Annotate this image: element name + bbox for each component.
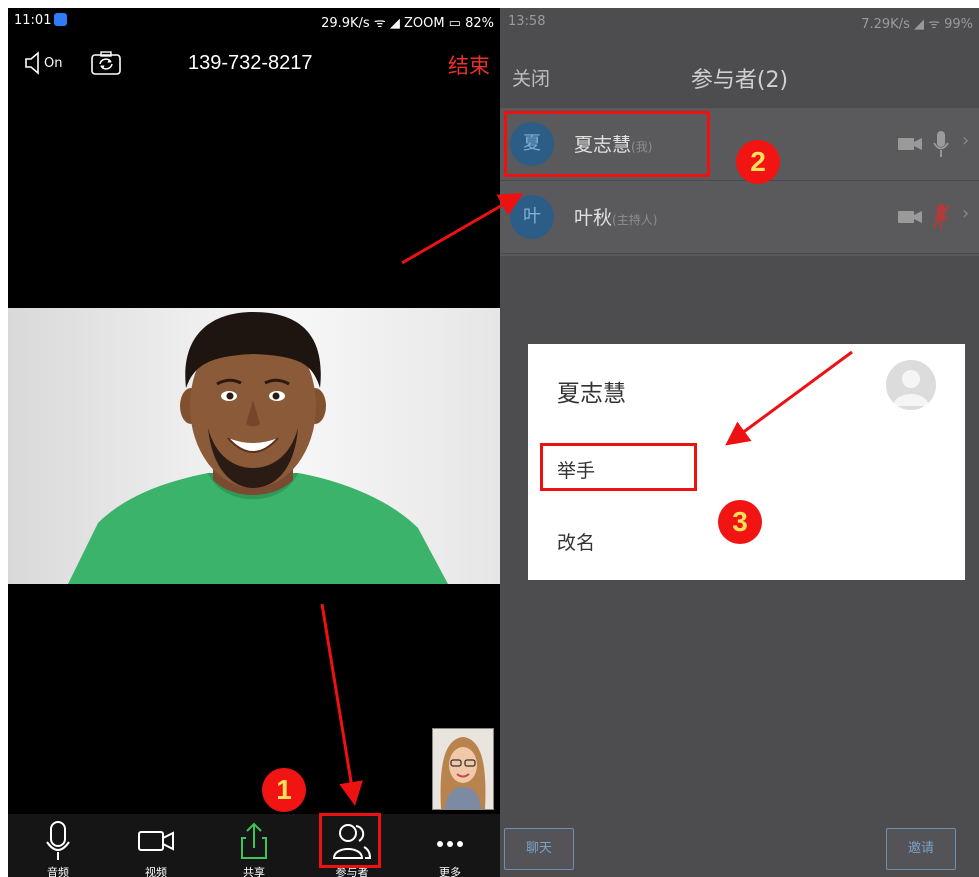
switch-camera-button[interactable] (90, 50, 122, 78)
invite-button[interactable]: 邀请 (886, 828, 956, 870)
chevron-right-icon: › (962, 130, 970, 151)
video-camera-icon (138, 831, 174, 851)
meeting-toolbar: 音频 视频 共享 参与者 更多 (8, 814, 500, 877)
meeting-topbar: On 139-732-8217 结束 (8, 44, 500, 84)
video-camera-icon (898, 138, 922, 150)
speaker-toggle-button[interactable]: On (24, 50, 72, 78)
status-bar: 11:01 29.9K/s ᯤ ◢ ZOOM ▭ 82% (8, 8, 500, 34)
user-avatar-icon (893, 370, 929, 406)
more-button[interactable]: 更多 (410, 814, 490, 877)
step-2-marker: 2 (736, 140, 780, 184)
status-indicators: 29.9K/s ᯤ ◢ ZOOM ▭ 82% (321, 16, 494, 31)
video-camera-icon (898, 211, 922, 223)
main-video-feed (8, 308, 500, 584)
end-meeting-button[interactable]: 结束 (448, 50, 490, 80)
share-label: 共享 (243, 866, 265, 877)
more-label: 更多 (439, 866, 461, 877)
chat-button[interactable]: 聊天 (504, 828, 574, 870)
meeting-phone-number: 139-732-8217 (188, 52, 313, 74)
avatar: 叶 (510, 195, 554, 239)
page-title: 参与者(2) (690, 68, 789, 93)
participant-name-text: 叶秋 (574, 207, 613, 229)
dialog-participant-name: 夏志慧 (557, 381, 626, 407)
participants-screen: 13:58 7.29K/s ◢ ᯤ 99% 关闭 参与者(2) 夏 夏志慧(我)… (500, 8, 979, 877)
audio-button[interactable]: 音频 (18, 814, 98, 877)
status-time-right: 13:58 (508, 14, 546, 29)
share-upload-icon (241, 822, 267, 859)
share-button[interactable]: 共享 (214, 814, 294, 877)
participant-action-dialog: 夏志慧 举手 改名 3 (528, 344, 965, 580)
rename-option[interactable]: 改名 (557, 528, 595, 555)
microphone-icon (933, 131, 949, 157)
video-button[interactable]: 视频 (116, 814, 196, 877)
self-video-thumbnail[interactable] (432, 728, 494, 810)
speaker-icon (25, 51, 39, 75)
video-label: 视频 (145, 866, 167, 877)
muted-microphone-icon (932, 204, 950, 230)
meeting-screen: 11:01 29.9K/s ᯤ ◢ ZOOM ▭ 82% On 139-732-… (8, 8, 500, 877)
audio-label: 音频 (47, 866, 69, 877)
more-dots-icon (437, 841, 463, 847)
raise-hand-highlight-box (540, 443, 697, 491)
self-row-highlight-box (504, 111, 710, 177)
self-video-image (440, 737, 486, 809)
app-notification-icon (54, 13, 67, 26)
step-1-marker: 1 (262, 768, 306, 812)
participant-tag: (主持人) (612, 213, 658, 227)
participant-row-host[interactable]: 叶 叶秋(主持人) › (500, 181, 979, 254)
participant-video-image (68, 312, 448, 584)
switch-camera-icon (91, 51, 121, 75)
participants-highlight-box (319, 813, 381, 868)
participants-header: 关闭 参与者(2) (500, 52, 979, 93)
status-bar-right: 13:58 7.29K/s ◢ ᯤ 99% (500, 8, 979, 34)
chevron-right-icon: › (962, 203, 970, 224)
speaker-state: On (44, 56, 63, 71)
dialog-avatar (886, 360, 936, 410)
status-time: 11:01 (14, 13, 52, 28)
participant-name: 叶秋(主持人) (574, 203, 657, 230)
step-3-marker: 3 (718, 500, 762, 544)
microphone-icon (46, 821, 70, 860)
status-indicators-right: 7.29K/s ◢ ᯤ 99% (861, 17, 973, 32)
